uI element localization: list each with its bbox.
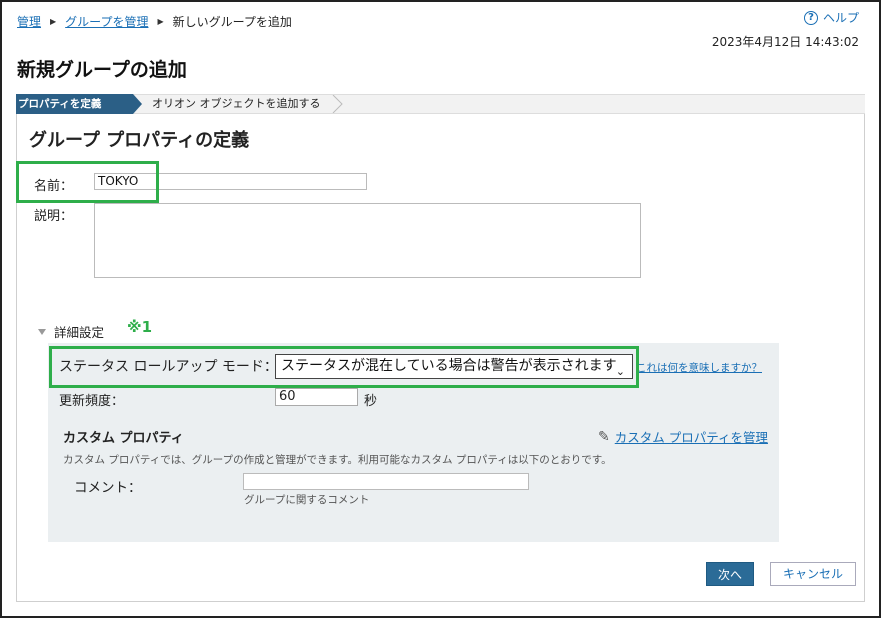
custom-properties-title: カスタム プロパティ [63,431,184,446]
description-textarea[interactable] [94,203,641,278]
breadcrumb-link-admin[interactable]: 管理 [17,13,41,30]
page-title: 新規グループの追加 [17,59,187,81]
breadcrumb-separator-icon: ▶ [157,17,164,26]
frequency-unit: 秒 [364,394,378,409]
help-icon: ? [803,10,818,25]
highlight-box-rollup [49,346,639,388]
comment-label: コメント： [74,480,142,496]
cancel-button[interactable]: キャンセル [770,562,856,586]
advanced-settings-toggle[interactable]: 詳細設定 [38,322,104,341]
comment-hint: グループに関するコメント [244,494,370,506]
comment-input[interactable] [243,473,529,490]
highlight-box-name [16,161,159,203]
frequency-label: 更新頻度： [59,394,125,409]
wizard-step-define-properties: プロパティを定義 [16,94,133,114]
breadcrumb-link-manage-groups[interactable]: グループを管理 [65,13,148,30]
rollup-help-link[interactable]: これは何を意味しますか？ [636,360,762,375]
timestamp: 2023年4月12日 14:43:02 [711,35,859,49]
custom-properties-description: カスタム プロパティでは、グループの作成と管理ができます。利用可能なカスタム プ… [63,454,612,466]
section-title: グループ プロパティの定義 [29,130,250,151]
frequency-input[interactable]: 60 [275,388,358,406]
note-mark: ※1 [127,318,153,336]
advanced-settings-label: 詳細設定 [54,325,105,340]
description-label: 説明： [34,209,74,224]
manage-custom-properties-link[interactable]: ✎ カスタム プロパティを管理 [598,427,768,446]
breadcrumb-current: 新しいグループを追加 [172,15,292,29]
next-button[interactable]: 次へ [706,562,754,586]
wizard-steps: プロパティを定義 オリオン オブジェクトを追加する [16,94,865,114]
wizard-step-add-objects: オリオン オブジェクトを追加する [152,97,321,110]
breadcrumb: 管理 ▶ グループを管理 ▶ 新しいグループを追加 [17,13,292,30]
wizard-arrow-icon [133,94,142,114]
breadcrumb-separator-icon: ▶ [50,17,57,26]
pencil-icon: ✎ [598,428,610,445]
manage-custom-properties-label: カスタム プロパティを管理 [614,430,768,445]
collapse-triangle-icon [38,328,46,335]
help-label: ヘルプ [822,11,859,25]
wizard-chevron-icon [332,95,343,113]
help-link[interactable]: ? ヘルプ [803,9,859,26]
